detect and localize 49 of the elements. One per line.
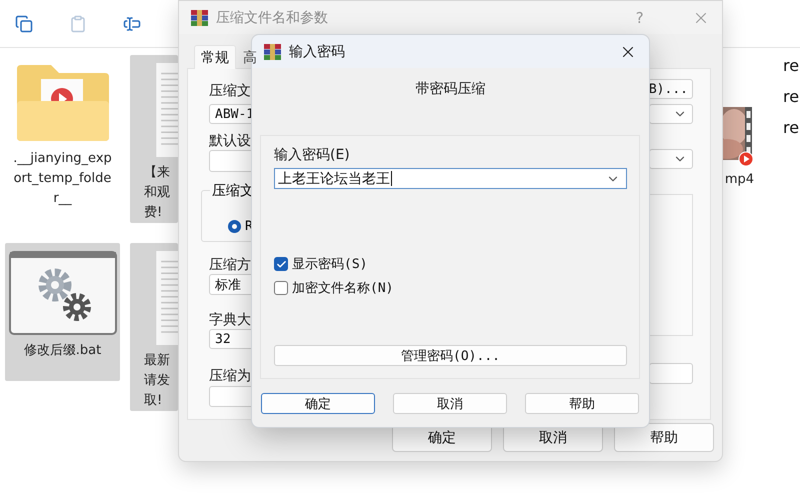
file-name: 最新	[144, 352, 170, 370]
option-checkbox[interactable]: 显示密码(S)	[274, 255, 627, 273]
file-name: mp4	[724, 171, 754, 189]
file-tile[interactable]: .__jianying_exp ort_temp_folde r__	[5, 55, 120, 223]
file-name: 【来	[144, 164, 170, 182]
password-field[interactable]: 上老王论坛当老王	[274, 168, 627, 189]
field-label: 输入密码(E)	[274, 147, 350, 163]
field-label: 压缩方	[209, 257, 251, 273]
archive-icon	[191, 10, 208, 26]
option-checkbox[interactable]: 加密文件名称(N)	[274, 279, 627, 297]
tab[interactable]: 常规	[194, 45, 236, 69]
detail-text: re	[782, 118, 800, 138]
file-tile[interactable]: 【来 和观 费!	[130, 55, 178, 223]
dialog-button[interactable]: 帮助	[525, 393, 639, 414]
detail-text: re	[782, 56, 800, 76]
field-label: 压缩文	[209, 83, 251, 99]
manage-passwords-button[interactable]: 管理密码(O)...	[274, 345, 627, 366]
dialog-button[interactable]: 取消	[393, 393, 507, 414]
dialog-heading: 带密码压缩	[414, 80, 486, 96]
rename-icon	[123, 14, 141, 32]
file-name: 和观	[144, 184, 170, 202]
copy-icon	[15, 14, 33, 32]
settings-window-icon	[8, 251, 116, 335]
file-name: r__	[53, 190, 72, 208]
input-field[interactable]	[649, 363, 693, 384]
file-tile[interactable]: 修改后缀.bat	[5, 243, 120, 381]
file-name: 费!	[144, 204, 162, 222]
file-name: 请发	[144, 372, 170, 390]
paste-icon	[69, 14, 87, 32]
file-name: 取!	[144, 392, 162, 410]
field-label: 字典大	[209, 312, 251, 328]
dialog-title: 输入密码	[289, 42, 346, 60]
play-icon	[738, 151, 754, 167]
dropdown[interactable]	[649, 104, 693, 124]
field-label: 压缩为	[209, 368, 251, 384]
dialog-button[interactable]: 确定	[261, 393, 375, 414]
detail-text: re	[782, 87, 800, 107]
file-name: ort_temp_folde	[14, 170, 112, 188]
file-name: .__jianying_exp	[13, 150, 112, 168]
tab[interactable]: 高	[236, 45, 264, 69]
folder-icon	[14, 63, 110, 143]
file-tile[interactable]: 最新 请发 取!	[130, 243, 178, 411]
file-name: 修改后缀.bat	[24, 342, 102, 360]
dialog-button[interactable]: 帮助	[614, 423, 714, 452]
window-title: 压缩文件名和参数	[216, 8, 329, 26]
field-label: 默认设	[209, 133, 251, 149]
copy-button[interactable]	[15, 14, 33, 34]
dropdown[interactable]	[649, 149, 693, 169]
archive-icon	[264, 44, 281, 60]
